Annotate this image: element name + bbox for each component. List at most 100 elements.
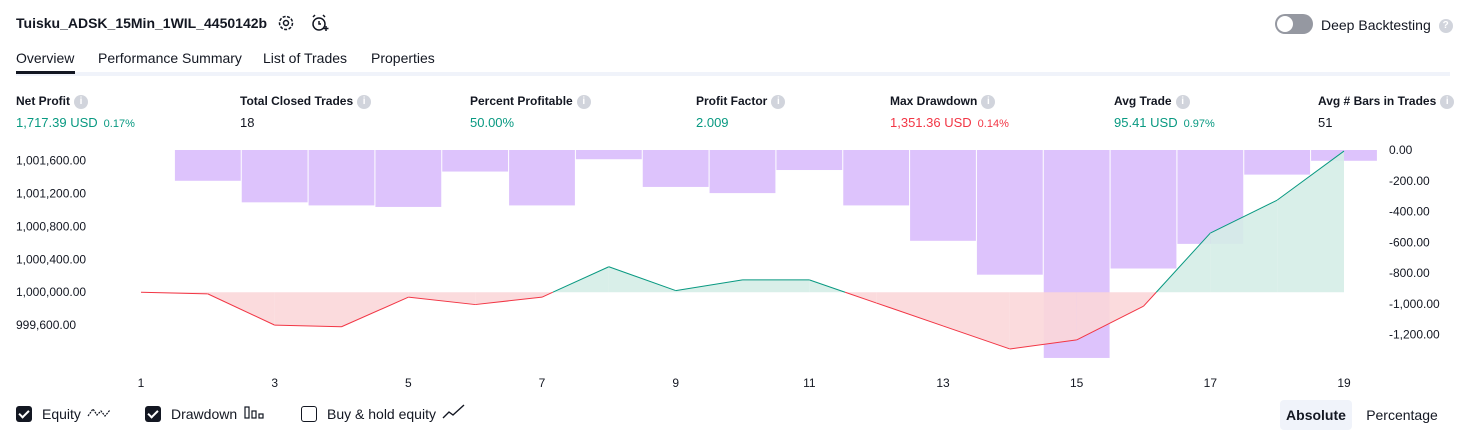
drawdown-bar <box>442 150 509 172</box>
drawdown-bar <box>509 150 575 206</box>
metric-label: Percent Profitable <box>470 94 573 108</box>
tab-properties[interactable]: Properties <box>371 50 435 66</box>
y-right-tick-label: -200.00 <box>1389 174 1430 188</box>
toggle-knob <box>1277 16 1293 32</box>
equity-legend-label: Equity <box>42 406 81 422</box>
equity-area <box>341 292 409 327</box>
metric-avg-trade: Avg Trade i 95.41 USD 0.97% <box>1114 94 1215 130</box>
drawdown-bar <box>1110 150 1177 269</box>
help-icon[interactable]: ? <box>1438 19 1453 34</box>
tab-list-of-trades[interactable]: List of Trades <box>263 50 347 66</box>
drawdown-bar <box>241 150 308 203</box>
metric-label: Profit Factor <box>696 94 768 108</box>
metric-value: 50.00% <box>470 114 515 130</box>
equity-area <box>943 292 1010 349</box>
tab-performance-summary[interactable]: Performance Summary <box>98 50 242 66</box>
deep-backtesting-toggle[interactable] <box>1275 14 1313 34</box>
info-icon[interactable]: i <box>1440 94 1455 109</box>
equity-area <box>876 292 943 326</box>
metric-value: 2.009 <box>696 114 729 130</box>
drawdown-bar <box>575 150 642 160</box>
metric-total-closed-trades: Total Closed Trades i 18 <box>240 94 372 130</box>
metric-percent: 0.14% <box>977 117 1009 130</box>
metric-profit-factor: Profit Factor i 2.009 <box>696 94 786 130</box>
equity-checkbox[interactable] <box>16 406 32 422</box>
equity-area <box>1009 292 1077 349</box>
x-tick-label: 1 <box>138 376 145 390</box>
tab-bar-border <box>16 72 1450 76</box>
info-icon[interactable]: i <box>357 94 372 109</box>
info-icon[interactable]: i <box>1175 94 1190 109</box>
x-tick-label: 3 <box>271 376 278 390</box>
equity-area <box>1076 292 1144 340</box>
drawdown-bar <box>375 150 442 207</box>
equity-line-icon <box>87 404 111 425</box>
tab-overview[interactable]: Overview <box>16 50 74 66</box>
drawdown-bar <box>642 150 709 187</box>
metric-percent-profitable: Percent Profitable i 50.00% <box>470 94 591 130</box>
buy-hold-checkbox[interactable] <box>301 406 317 422</box>
metric-value: 95.41 USD <box>1114 114 1178 130</box>
equity-area <box>274 292 342 327</box>
y-right-tick-label: -800.00 <box>1389 266 1430 280</box>
metric-label: Net Profit <box>16 94 70 108</box>
metric-label: Total Closed Trades <box>240 94 354 108</box>
y-right-tick-label: 0.00 <box>1389 143 1413 157</box>
metric-avg-bars-in-trades: Avg # Bars in Trades i 51 <box>1318 94 1455 130</box>
y-left-tick-label: 1,000,800.00 <box>16 219 86 233</box>
equity-area <box>742 279 810 293</box>
x-tick-label: 17 <box>1204 376 1218 390</box>
metric-max-drawdown: Max Drawdown i 1,351.36 USD 0.14% <box>890 94 1009 130</box>
info-icon[interactable]: i <box>74 94 88 109</box>
metric-value: 1,717.39 USD <box>16 114 98 130</box>
deep-backtesting-label: Deep Backtesting ? <box>1321 17 1453 34</box>
bar-chart-icon <box>243 404 265 425</box>
metric-percent: 0.97% <box>1183 117 1215 130</box>
drawdown-bar <box>843 150 910 206</box>
absolute-button[interactable]: Absolute <box>1280 400 1352 430</box>
y-right-tick-label: -600.00 <box>1389 235 1430 249</box>
x-tick-label: 19 <box>1337 376 1351 390</box>
x-tick-label: 15 <box>1070 376 1084 390</box>
y-right-tick-label: -1,000.00 <box>1389 297 1440 311</box>
y-left-tick-label: 1,001,600.00 <box>16 154 86 168</box>
drawdown-legend-label: Drawdown <box>171 406 238 422</box>
metric-label: Max Drawdown <box>890 94 978 108</box>
active-tab-indicator <box>16 71 75 74</box>
percentage-button[interactable]: Percentage <box>1358 400 1446 430</box>
drawdown-bar <box>776 150 843 171</box>
x-tick-label: 13 <box>936 376 950 390</box>
drawdown-bar <box>308 150 375 206</box>
legend-equity[interactable]: Equity <box>16 403 111 425</box>
x-tick-label: 7 <box>539 376 546 390</box>
strategy-title: Tuisku_ADSK_15Min_1WIL_4450142b <box>16 15 268 31</box>
y-right-tick-label: -1,200.00 <box>1389 328 1440 342</box>
metric-net-profit: Net Profit i 1,717.39 USD 0.17% <box>16 94 135 130</box>
deep-backtesting-text: Deep Backtesting <box>1321 17 1431 33</box>
y-left-tick-label: 1,000,000.00 <box>16 285 86 299</box>
drawdown-bar <box>976 150 1043 275</box>
metric-label: Avg # Bars in Trades <box>1318 94 1437 108</box>
alarm-clock-add-icon[interactable] <box>310 13 330 33</box>
info-icon[interactable]: i <box>576 94 591 109</box>
y-left-tick-label: 1,001,200.00 <box>16 187 86 201</box>
equity-drawdown-chart[interactable]: 1,001,600.00 1,001,200.00 1,000,800.00 1,00… <box>0 140 1466 395</box>
info-icon[interactable]: i <box>771 94 786 109</box>
legend-buy-hold-equity[interactable]: Buy & hold equity <box>301 403 466 425</box>
metric-label: Avg Trade <box>1114 94 1172 108</box>
metric-percent: 0.17% <box>103 117 135 130</box>
drawdown-checkbox[interactable] <box>145 406 161 422</box>
y-right-tick-label: -400.00 <box>1389 205 1430 219</box>
gear-icon[interactable] <box>276 13 296 33</box>
x-tick-label: 11 <box>803 376 816 390</box>
drawdown-bar <box>1244 150 1311 175</box>
y-left-tick-label: 999,600.00 <box>16 318 76 332</box>
info-icon[interactable]: i <box>981 94 996 109</box>
trend-line-icon <box>442 403 466 425</box>
metric-value: 1,351.36 USD <box>890 114 972 130</box>
drawdown-bar <box>910 150 976 241</box>
drawdown-bar <box>174 150 241 181</box>
legend-drawdown[interactable]: Drawdown <box>145 403 265 425</box>
drawdown-bar <box>709 150 776 194</box>
x-tick-label: 9 <box>672 376 679 390</box>
